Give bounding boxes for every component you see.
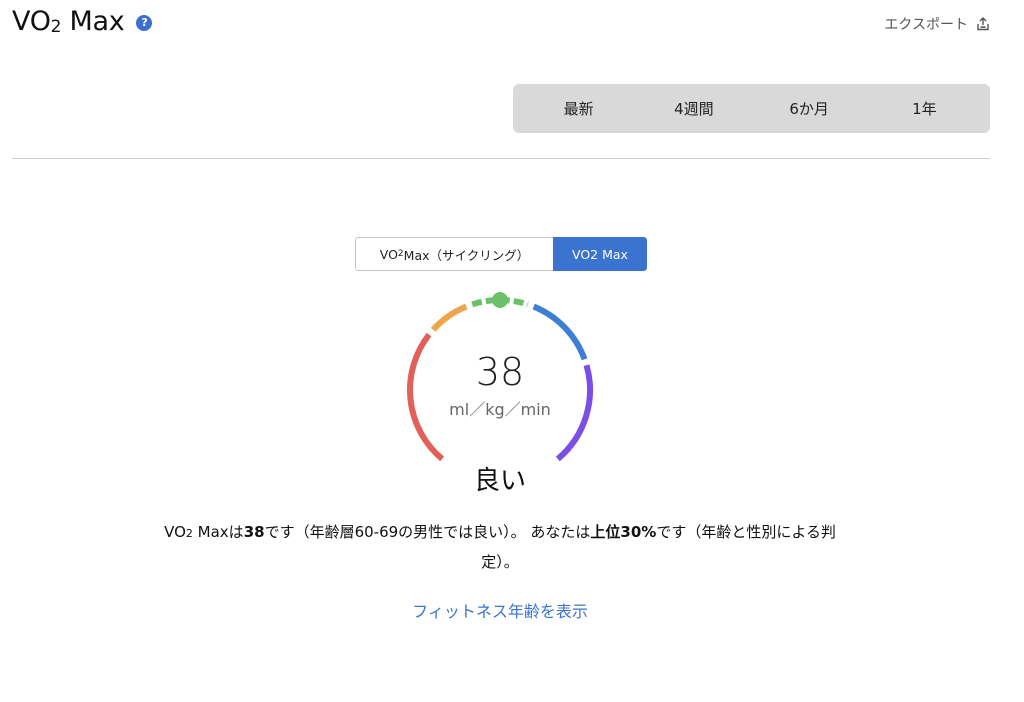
- page-title: VO2 Max ?: [12, 6, 153, 37]
- toggle-cycling[interactable]: VO 2 Max（サイクリング）: [355, 237, 553, 271]
- toggle-running[interactable]: VO2 Max: [553, 237, 647, 271]
- vo2-unit: ml／kg／min: [449, 400, 551, 419]
- divider: [12, 158, 990, 159]
- vo2-rating: 良い: [473, 466, 526, 496]
- vo2-value: 38: [475, 350, 525, 394]
- period-4-weeks[interactable]: 4週間: [636, 91, 751, 127]
- summary-text: VO2 Maxは38です（年齢層60-69の男性では良い）。 あなたは上位30%…: [164, 523, 836, 571]
- period-1-year[interactable]: 1年: [867, 91, 982, 127]
- gauge-segment-fair: [430, 303, 468, 332]
- gauge-marker: [492, 292, 508, 308]
- export-button[interactable]: エクスポート: [884, 14, 990, 34]
- vo2-type-toggle: VO 2 Max（サイクリング） VO2 Max: [355, 237, 647, 271]
- fitness-age-link[interactable]: フィットネス年齢を表示: [300, 598, 700, 622]
- period-6-months[interactable]: 6か月: [752, 91, 867, 127]
- period-selector: 最新 4週間 6か月 1年: [513, 84, 990, 133]
- period-latest[interactable]: 最新: [521, 91, 636, 127]
- help-icon[interactable]: ?: [136, 14, 153, 31]
- export-icon: [977, 17, 989, 31]
- export-label: エクスポート: [884, 17, 968, 33]
